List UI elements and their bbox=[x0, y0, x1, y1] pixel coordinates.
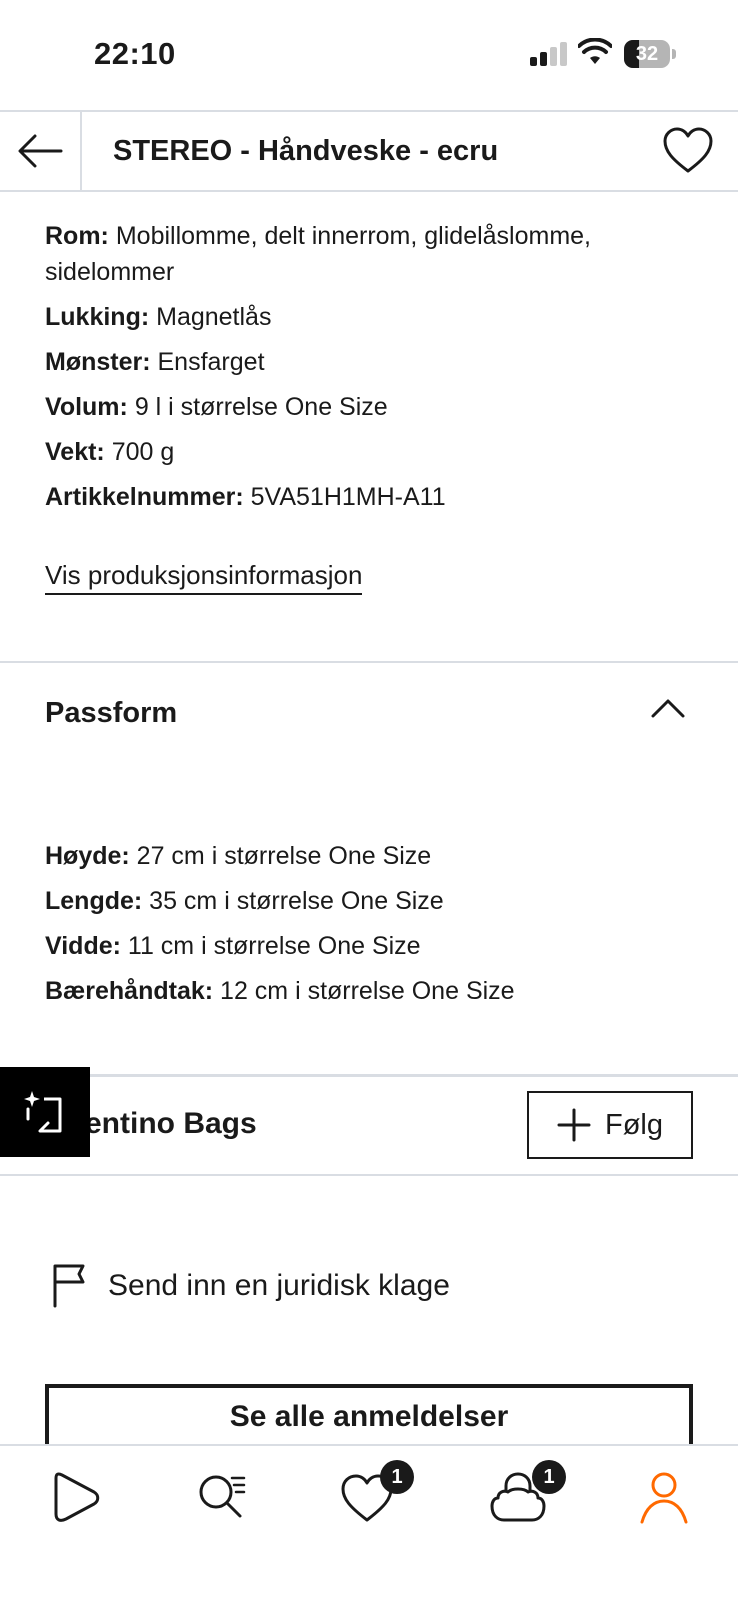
product-header: STEREO - Håndveske - ecru bbox=[0, 110, 738, 192]
bottom-tab-bar: 1 1 bbox=[0, 1444, 738, 1600]
fit-label: Lengde: bbox=[45, 887, 143, 915]
cellular-signal-icon bbox=[530, 42, 567, 66]
battery-level: 32 bbox=[635, 43, 659, 65]
detail-label: Artikkelnummer: bbox=[45, 483, 244, 511]
home-play-icon[interactable] bbox=[46, 1468, 106, 1528]
detail-label: Rom: bbox=[45, 222, 109, 250]
detail-value: 5VA51H1MH-A11 bbox=[243, 483, 446, 511]
sparkle-screen-icon bbox=[24, 1091, 62, 1133]
fit-section-title[interactable]: Passform bbox=[45, 697, 177, 730]
cart-badge: 1 bbox=[532, 1460, 566, 1494]
detail-row: Volum: 9 l i størrelse One Size bbox=[45, 389, 695, 425]
see-all-reviews-label: Se alle anmeldelser bbox=[229, 1400, 509, 1433]
fit-label: Høyde: bbox=[45, 842, 130, 870]
detail-label: Vekt: bbox=[45, 438, 105, 466]
legal-complaint-label: Send inn en juridisk klage bbox=[108, 1269, 450, 1302]
plus-icon bbox=[557, 1108, 591, 1142]
detail-value: Ensfarget bbox=[150, 348, 265, 376]
detail-value: 700 g bbox=[104, 438, 175, 466]
brand-name[interactable]: entino Bags bbox=[85, 1107, 257, 1141]
fit-details-list: Høyde: 27 cm i størrelse One Size Lengde… bbox=[45, 838, 695, 1018]
back-button[interactable] bbox=[0, 112, 82, 190]
production-info-link[interactable]: Vis produksjonsinformasjon bbox=[45, 557, 363, 595]
follow-label: Følg bbox=[605, 1108, 663, 1141]
fit-row: Lengde: 35 cm i størrelse One Size bbox=[45, 883, 695, 919]
divider bbox=[0, 1174, 738, 1176]
chevron-up-icon[interactable] bbox=[650, 696, 686, 720]
fit-row: Bærehåndtak: 12 cm i størrelse One Size bbox=[45, 973, 695, 1009]
detail-value: 9 l i størrelse One Size bbox=[127, 393, 388, 421]
detail-label: Volum: bbox=[45, 393, 128, 421]
status-time: 22:10 bbox=[94, 36, 176, 71]
fit-value: 12 cm i størrelse One Size bbox=[213, 977, 515, 1005]
search-list-icon[interactable] bbox=[192, 1468, 252, 1528]
divider bbox=[0, 661, 738, 663]
fit-label: Bærehåndtak: bbox=[45, 977, 214, 1005]
follow-button[interactable]: Følg bbox=[527, 1091, 693, 1159]
detail-value: Mobillomme, delt innerrom, glidelåslomme… bbox=[45, 222, 592, 286]
flag-icon bbox=[53, 1264, 85, 1308]
detail-row: Vekt: 700 g bbox=[45, 434, 695, 470]
fit-value: 35 cm i størrelse One Size bbox=[142, 887, 444, 915]
product-details-list: Rom: Mobillomme, delt innerrom, glidelås… bbox=[45, 218, 695, 524]
cart-tab[interactable]: 1 bbox=[488, 1460, 566, 1528]
status-bar: 22:10 32 bbox=[0, 0, 738, 110]
wishlist-tab[interactable]: 1 bbox=[338, 1460, 414, 1528]
detail-row: Artikkelnummer: 5VA51H1MH-A11 bbox=[45, 479, 695, 515]
detail-row: Mønster: Ensfarget bbox=[45, 344, 695, 380]
fit-label: Vidde: bbox=[45, 932, 121, 960]
battery-icon: 32 bbox=[624, 40, 676, 68]
detail-label: Mønster: bbox=[45, 348, 151, 376]
legal-complaint-link[interactable]: Send inn en juridisk klage bbox=[52, 1264, 450, 1308]
brand-row: entino Bags Følg bbox=[0, 1075, 738, 1175]
wifi-icon bbox=[578, 38, 612, 64]
detail-row: Lukking: Magnetlås bbox=[45, 299, 695, 335]
fit-value: 27 cm i størrelse One Size bbox=[129, 842, 432, 870]
fit-value: 11 cm i størrelse One Size bbox=[120, 932, 421, 960]
arrow-left-icon bbox=[18, 134, 63, 168]
fit-row: Høyde: 27 cm i størrelse One Size bbox=[45, 838, 695, 874]
heart-icon[interactable] bbox=[662, 126, 714, 176]
detail-label: Lukking: bbox=[45, 303, 150, 331]
fit-row: Vidde: 11 cm i størrelse One Size bbox=[45, 928, 695, 964]
page-title: STEREO - Håndveske - ecru bbox=[113, 135, 499, 167]
profile-icon[interactable] bbox=[634, 1468, 694, 1528]
detail-row: Rom: Mobillomme, delt innerrom, glidelås… bbox=[45, 218, 695, 290]
compare-sparkle-button[interactable] bbox=[0, 1067, 90, 1157]
detail-value: Magnetlås bbox=[149, 303, 272, 331]
wishlist-badge: 1 bbox=[380, 1460, 414, 1494]
